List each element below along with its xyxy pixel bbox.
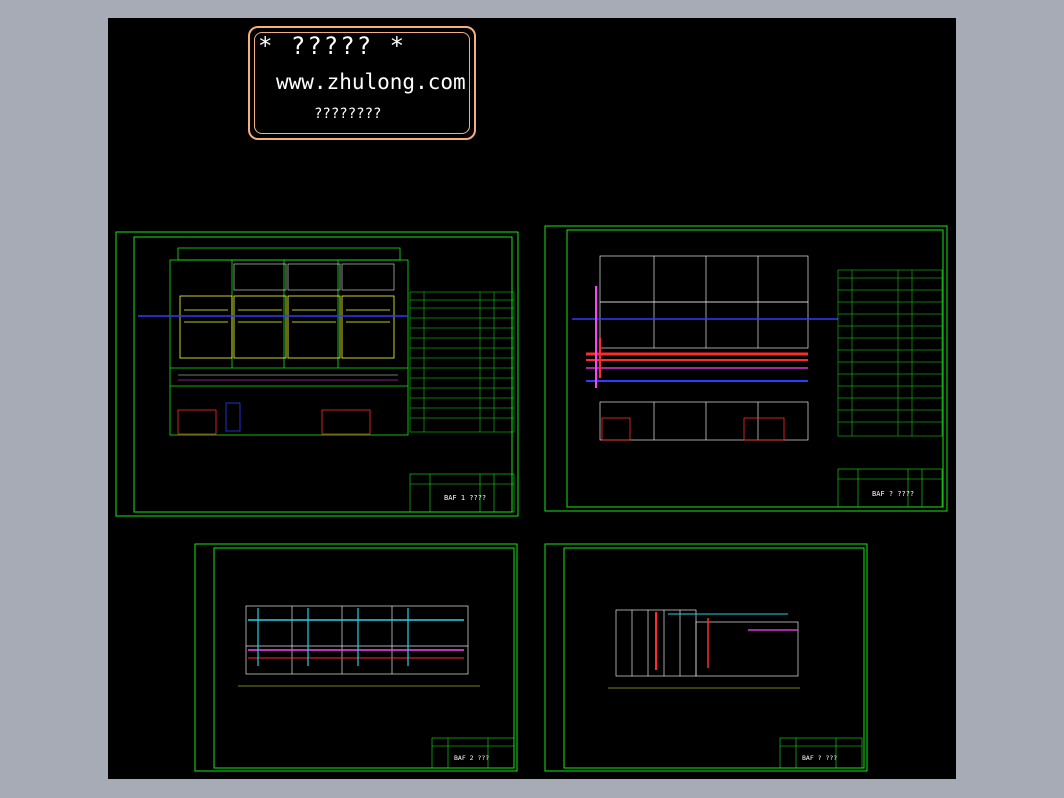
sheet-1-title-code: BAF 1 ???? — [444, 494, 486, 502]
sheet-1-plan — [115, 231, 519, 517]
sheet-1-top-tanks — [233, 263, 395, 291]
sheet-1-building — [169, 247, 409, 436]
sheet-4-building — [615, 609, 799, 677]
sheet-1-title-block — [409, 473, 515, 513]
sheet-3-section — [194, 543, 518, 772]
sheet-4-title-code: BAF ? ??? — [802, 754, 837, 762]
sheet-2-title-code: BAF ? ???? — [872, 490, 914, 498]
sheet-2-equipment-table — [837, 269, 943, 437]
sheet-2-title-block — [837, 468, 943, 508]
sheet-3-title-block — [431, 737, 515, 769]
sheet-4-title-block — [779, 737, 863, 769]
sheet-2-building — [599, 255, 809, 441]
sheet-1-filter-cells — [179, 295, 395, 359]
sheet-3-title-code: BAF 2 ??? — [454, 754, 489, 762]
sheet-4-section — [544, 543, 868, 772]
sheet-1-pump-rooms — [177, 402, 371, 435]
sheet-2-plan — [544, 225, 948, 512]
sheet-1-equipment-table — [409, 291, 515, 433]
drawing-canvas: * ????? * www.zhulong.com ???????? BAF 1… — [108, 18, 956, 779]
sheet-3-building — [245, 605, 469, 675]
drawing-sheets: BAF 1 ???? BAF ? ???? BAF 2 ??? BAF ? ??… — [115, 225, 948, 772]
